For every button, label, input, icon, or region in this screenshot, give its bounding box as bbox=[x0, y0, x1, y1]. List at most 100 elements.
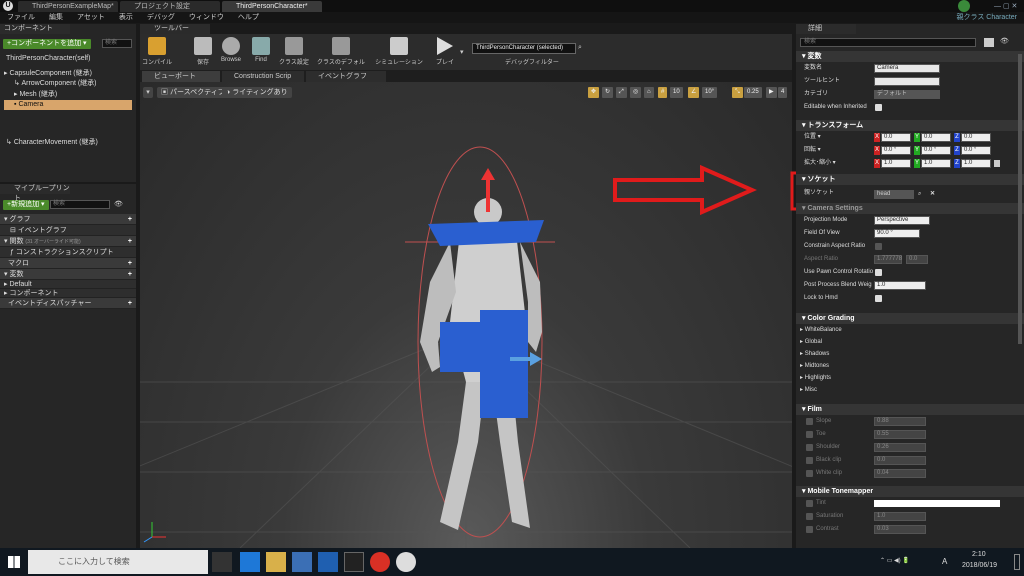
add-graph-plus-icon[interactable]: + bbox=[128, 214, 132, 225]
event-graph-item[interactable]: ⊟ イベントグラフ bbox=[0, 225, 136, 236]
details-tab[interactable]: 詳細 bbox=[796, 24, 856, 34]
menu-file[interactable]: ファイル bbox=[0, 12, 42, 23]
film-toe-checkbox[interactable] bbox=[806, 431, 813, 438]
explorer-icon[interactable] bbox=[266, 552, 286, 572]
pp-blend-input[interactable]: 1.0 bbox=[874, 281, 926, 290]
transform-scale-icon[interactable]: ⤢ bbox=[616, 87, 627, 98]
clock-time[interactable]: 2:10 bbox=[972, 551, 986, 558]
mobile-saturation-input[interactable]: 1.0 bbox=[874, 512, 926, 521]
aspect-ratio-preset[interactable]: 0.0 bbox=[906, 255, 928, 264]
add-macro-plus-icon[interactable]: + bbox=[128, 258, 132, 269]
fov-input[interactable]: 90.0 ° bbox=[874, 229, 920, 238]
cg-highlights[interactable]: ▸ Highlights bbox=[796, 372, 1024, 384]
my-blueprint-tab[interactable]: マイブループリント bbox=[0, 184, 70, 202]
menu-help[interactable]: ヘルプ bbox=[231, 12, 266, 23]
tree-item-camera[interactable]: ▪ Camera bbox=[4, 100, 132, 110]
add-component-button[interactable]: +コンポーネントを追加 ▾ bbox=[3, 39, 91, 49]
film-toe-input[interactable]: 0.55 bbox=[874, 430, 926, 439]
tree-item-mesh[interactable]: ▸ Mesh (継承) bbox=[14, 90, 57, 100]
menu-debug[interactable]: デバッグ bbox=[140, 12, 182, 23]
location-y-input[interactable]: 0.0 bbox=[921, 133, 951, 142]
tab-level-map[interactable]: ThirdPersonExampleMap* bbox=[18, 1, 118, 12]
section-sockets[interactable]: ▾ ソケット bbox=[796, 174, 1024, 185]
clock-date[interactable]: 2018/06/19 bbox=[962, 562, 997, 569]
viewport-options-chevron-icon[interactable]: ▾ bbox=[143, 87, 153, 98]
tab-event-graph[interactable]: イベントグラフ bbox=[306, 71, 386, 82]
class-settings-button[interactable]: クラス設定 bbox=[276, 36, 312, 68]
rotation-y-input[interactable]: 0.0 ° bbox=[921, 146, 951, 155]
event-dispatchers-header[interactable]: イベントディスパッチャー + bbox=[0, 298, 136, 309]
component-root[interactable]: ThirdPersonCharacter(self) bbox=[6, 54, 90, 64]
add-new-button[interactable]: +新規追加 ▾ bbox=[3, 200, 49, 210]
film-white-clip-checkbox[interactable] bbox=[806, 470, 813, 477]
chrome-icon[interactable] bbox=[370, 552, 390, 572]
transform-translate-icon[interactable]: ✥ bbox=[588, 87, 600, 98]
ime-indicator[interactable]: A bbox=[942, 557, 947, 566]
gizmo-z-arrow[interactable] bbox=[486, 176, 490, 212]
system-tray-icons[interactable]: ⌃ ▭ ◀) 🔋 bbox=[880, 557, 910, 564]
tree-item-capsule[interactable]: ▸ CapsuleComponent (継承) bbox=[4, 69, 92, 79]
film-shoulder-input[interactable]: 0.26 bbox=[874, 443, 926, 452]
macros-header[interactable]: マクロ + bbox=[0, 258, 136, 269]
browse-button[interactable]: Browse bbox=[216, 36, 246, 68]
world-space-icon[interactable]: ◎ bbox=[630, 87, 642, 98]
mobile-saturation-checkbox[interactable] bbox=[806, 513, 813, 520]
projection-mode-select[interactable]: Perspective bbox=[874, 216, 930, 225]
tab-project-settings[interactable]: プロジェクト設定 bbox=[120, 1, 220, 12]
scale-snap-icon[interactable]: ⤡ bbox=[732, 87, 743, 98]
taskbar-search-box[interactable]: ここに入力して検索 bbox=[28, 550, 208, 574]
grid-snap-icon[interactable]: # bbox=[658, 87, 668, 98]
tab-viewport[interactable]: ビューポート bbox=[142, 71, 220, 82]
film-white-clip-input[interactable]: 0.04 bbox=[874, 469, 926, 478]
add-function-plus-icon[interactable]: + bbox=[128, 236, 132, 247]
unreal-taskbar-icon[interactable] bbox=[396, 552, 416, 572]
details-eye-icon[interactable]: 👁 bbox=[1000, 37, 1009, 45]
simulation-button[interactable]: シミュレーション bbox=[374, 36, 424, 68]
mail-icon[interactable] bbox=[318, 552, 338, 572]
category-select[interactable]: デフォルト bbox=[874, 90, 940, 99]
epic-launcher-icon[interactable] bbox=[344, 552, 364, 572]
rotation-snap-value[interactable]: 10° bbox=[702, 87, 718, 98]
tree-item-arrow[interactable]: ↳ ArrowComponent (継承) bbox=[14, 79, 97, 89]
cg-white-balance[interactable]: ▸ WhiteBalance bbox=[796, 324, 1024, 336]
section-transform[interactable]: ▾ トランスフォーム bbox=[796, 120, 1024, 131]
location-z-input[interactable]: 0.0 bbox=[961, 133, 991, 142]
cg-misc[interactable]: ▸ Misc bbox=[796, 384, 1024, 396]
rotation-snap-icon[interactable]: ∠ bbox=[688, 87, 700, 98]
editable-checkbox[interactable] bbox=[875, 104, 882, 111]
parent-socket-field[interactable]: head bbox=[874, 190, 914, 199]
store-icon[interactable] bbox=[292, 552, 312, 572]
scale-snap-value[interactable]: 0.25 bbox=[744, 87, 762, 98]
menu-window[interactable]: ウィンドウ bbox=[182, 12, 231, 23]
menu-asset[interactable]: アセット bbox=[70, 12, 112, 23]
section-mobile-tonemapper[interactable]: ▾ Mobile Tonemapper bbox=[796, 486, 1024, 497]
windows-start-icon[interactable] bbox=[8, 556, 20, 568]
viewport[interactable]: ▾ ▣ パースペクティブ ◑ ライティングあり ✥ ↻ ⤢ ◎ ⌂ # 10 ∠… bbox=[140, 82, 792, 548]
scale-x-input[interactable]: 1.0 bbox=[881, 159, 911, 168]
debug-object-select[interactable]: ThirdPersonCharacter (selected) bbox=[472, 43, 576, 54]
film-shoulder-checkbox[interactable] bbox=[806, 444, 813, 451]
socket-browse-icon[interactable]: ⌕ bbox=[918, 188, 921, 201]
cg-shadows[interactable]: ▸ Shadows bbox=[796, 348, 1024, 360]
play-options-chevron-icon[interactable]: ▾ bbox=[460, 48, 464, 56]
variable-category-default[interactable]: ▸ Default bbox=[0, 280, 136, 289]
components-search-input[interactable]: 検索 bbox=[102, 39, 132, 48]
compile-button[interactable]: コンパイル bbox=[142, 36, 172, 68]
rotation-x-input[interactable]: 0.0 ° bbox=[881, 146, 911, 155]
mobile-tint-checkbox[interactable] bbox=[806, 500, 813, 507]
transform-rotate-icon[interactable]: ↻ bbox=[602, 87, 614, 98]
mobile-contrast-input[interactable]: 0.03 bbox=[874, 525, 926, 534]
section-variable[interactable]: ▾ 変数 bbox=[796, 51, 1024, 62]
section-film[interactable]: ▾ Film bbox=[796, 404, 1024, 415]
tab-construction-script[interactable]: Construction Scrip bbox=[222, 71, 304, 82]
surface-snap-icon[interactable]: ⌂ bbox=[644, 87, 654, 98]
camera-speed-value[interactable]: 4 bbox=[778, 87, 788, 98]
view-options-eye-icon[interactable]: 👁 bbox=[114, 200, 123, 208]
toolbar-tab[interactable]: ツールバー bbox=[140, 24, 210, 34]
grid-snap-value[interactable]: 10 bbox=[670, 87, 683, 98]
film-black-clip-checkbox[interactable] bbox=[806, 457, 813, 464]
class-defaults-button[interactable]: クラスのデフォルト bbox=[316, 36, 366, 75]
lock-hmd-checkbox[interactable] bbox=[875, 295, 882, 302]
pawn-rotation-checkbox[interactable] bbox=[875, 269, 882, 276]
variables-header[interactable]: ▾ 変数 + bbox=[0, 269, 136, 280]
